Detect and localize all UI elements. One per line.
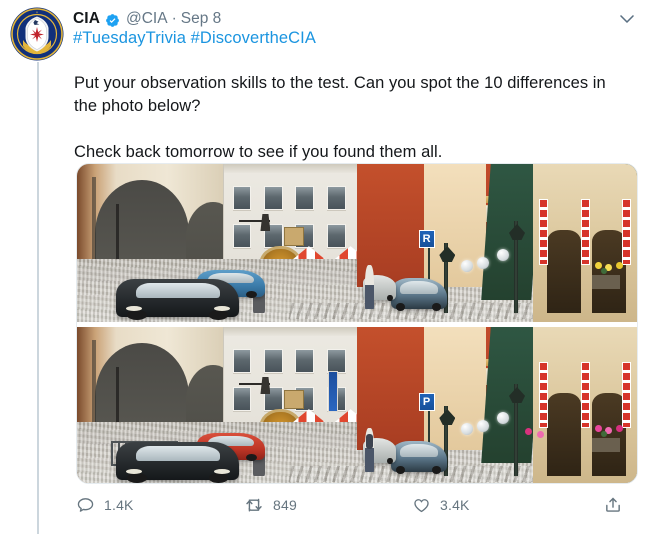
author-display-name[interactable]: CIA [73,10,100,28]
avatar[interactable]: ★ [10,7,64,61]
like-button[interactable]: 3.4K [412,490,580,520]
pink-flower-box [595,424,626,438]
like-count: 3.4K [440,497,470,513]
backpack [365,434,374,449]
cia-seal-icon: ★ [10,7,64,61]
tweet-paragraph-1: Put your observation skills to the test.… [74,74,606,115]
tweet-header: CIA @CIA · Sep 8 [73,8,640,30]
wall-lamp-icon [239,211,271,233]
reply-icon [76,496,95,515]
author-handle[interactable]: @CIA [126,10,168,28]
thread-connector-line [37,62,39,534]
bottom-photo[interactable]: P [77,327,637,483]
tweet-date[interactable]: Sep 8 [181,10,222,28]
parking-sign-top: R [418,230,435,249]
tweet-action-bar: 1.4K 849 3.4K [76,490,632,520]
verified-badge-icon [105,13,120,28]
hashtags-line[interactable]: #TuesdayTrivia #DiscovertheCIA [73,29,316,48]
reply-button[interactable]: 1.4K [76,490,244,520]
header-separator: · [171,10,177,27]
right-street-scene: P [357,327,637,483]
tweet-body: Put your observation skills to the test.… [74,72,624,164]
heart-icon [412,496,431,515]
light-blue-car-right [390,277,447,312]
extra-flower-cluster [525,428,556,441]
retweet-count: 849 [273,497,297,513]
light-blue-car-right [390,440,447,475]
top-photo[interactable]: R [77,164,637,322]
tweet-media[interactable]: R P [76,163,638,484]
parking-sign-bottom: P [418,393,435,412]
retweet-button[interactable]: 849 [244,490,412,520]
share-button[interactable] [603,490,632,520]
pedestrian-right [365,265,374,310]
share-icon [603,495,623,515]
retweet-icon [244,495,264,515]
chevron-down-icon[interactable] [616,10,638,28]
reply-count: 1.4K [104,497,134,513]
blue-banner [328,371,339,413]
tweet-paragraph-2: Check back tomorrow to see if you found … [74,143,443,161]
tweet-card[interactable]: ★ CIA @CIA · Sep 8 #TuesdayTrivia #Disco… [0,0,654,534]
yellow-flower-box [595,261,626,275]
wall-lamp-icon [239,374,271,396]
dark-foreground-car [116,442,240,483]
dark-foreground-car [116,279,240,320]
right-street-scene: R [357,164,637,322]
